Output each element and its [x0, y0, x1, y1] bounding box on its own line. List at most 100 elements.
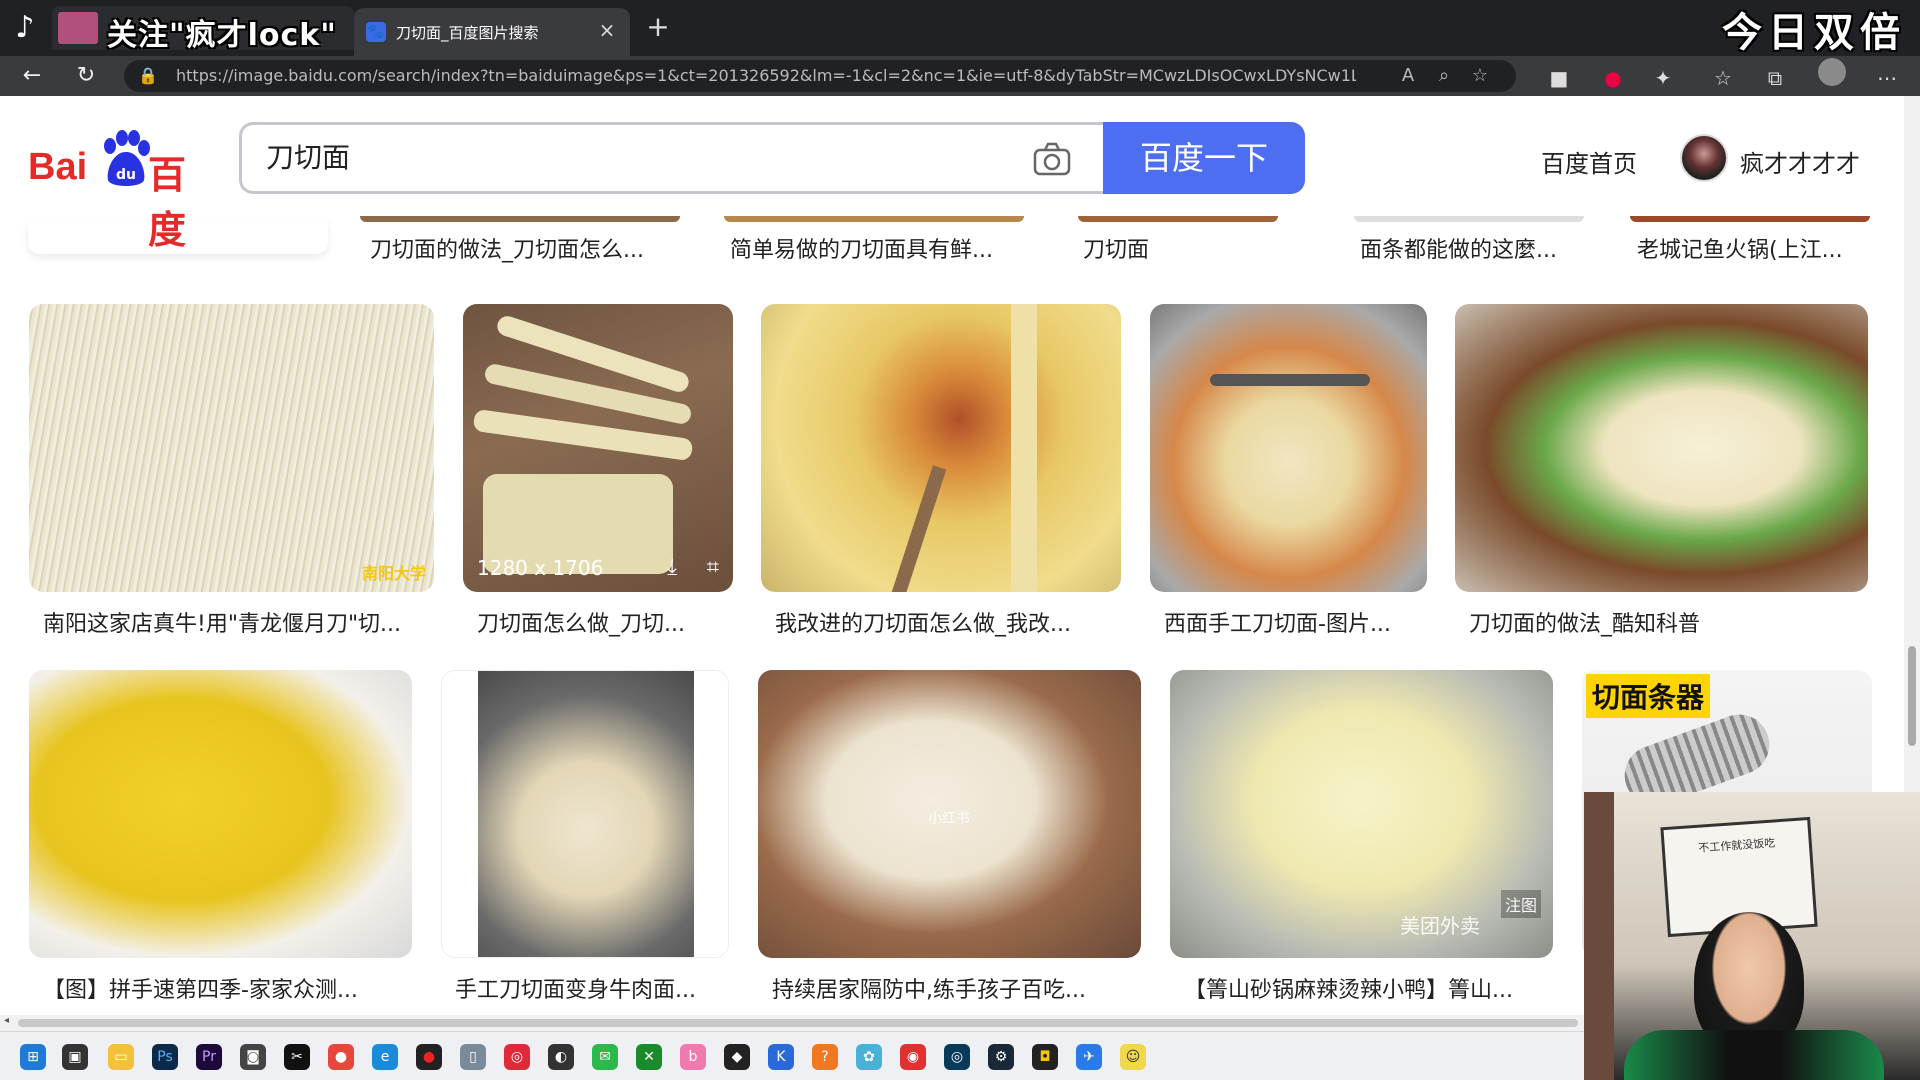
watermark-stamp: 美团外卖 — [1400, 914, 1480, 938]
close-tab-icon[interactable]: × — [596, 18, 618, 42]
refresh-icon[interactable]: ↻ — [70, 60, 102, 92]
sidebar-card-remnant — [28, 220, 328, 254]
product-badge: 切面条器 — [1586, 674, 1711, 718]
address-bar[interactable]: 🔒 https://image.baidu.com/search/index?t… — [124, 60, 1516, 92]
result-thumbnail[interactable] — [1455, 304, 1868, 592]
collections-icon[interactable]: ⧉ — [1760, 66, 1790, 90]
noodle-strand — [1011, 304, 1037, 592]
result-caption[interactable]: 刀切面的做法_刀切面怎么... — [370, 232, 644, 264]
read-aloud-icon[interactable]: A — [1394, 65, 1422, 86]
result-thumbnail[interactable]: 小红书 — [758, 670, 1141, 958]
chrome-icon[interactable]: ● — [328, 1044, 354, 1070]
result-caption[interactable]: 持续居家隔防中,练手孩子百吃... — [772, 972, 1086, 1004]
prev-thumb-edge — [1630, 216, 1870, 222]
stream-corner-title: 今日双倍 — [1722, 10, 1906, 56]
user-name[interactable]: 疯才才才才 — [1740, 144, 1860, 179]
result-thumbnail[interactable]: 美团外卖 注图 — [1170, 670, 1553, 958]
download-icon[interactable]: ⤓ — [667, 555, 677, 580]
result-caption[interactable]: 刀切面 — [1083, 232, 1149, 264]
search-box[interactable] — [239, 122, 1103, 194]
edge-icon[interactable]: e — [372, 1044, 398, 1070]
prev-thumb-edge — [1078, 216, 1278, 222]
result-thumbnail[interactable] — [29, 670, 412, 958]
app-icon[interactable]: ? — [812, 1044, 838, 1070]
chopstick — [889, 465, 947, 592]
active-tab-title: 刀切面_百度图片搜索 — [396, 24, 539, 42]
result-caption[interactable]: 面条都能做的这麼... — [1360, 232, 1557, 264]
steam-icon[interactable]: ⚙ — [988, 1044, 1014, 1070]
result-thumbnail[interactable]: 南阳大学 — [29, 304, 434, 592]
kugou-icon[interactable]: K — [768, 1044, 794, 1070]
user-avatar[interactable] — [1680, 134, 1728, 182]
app-icon[interactable]: ◐ — [548, 1044, 574, 1070]
app-icon[interactable]: ◉ — [900, 1044, 926, 1070]
more-menu-icon[interactable]: ⋯ — [1872, 66, 1902, 90]
app-icon[interactable]: ☺ — [1120, 1044, 1146, 1070]
app-icon[interactable]: ◆ — [724, 1044, 750, 1070]
app-icon[interactable]: ◎ — [944, 1044, 970, 1070]
result-thumbnail[interactable] — [761, 304, 1121, 592]
result-caption[interactable]: 手工刀切面变身牛肉面... — [455, 972, 696, 1004]
bilibili-icon[interactable]: b — [680, 1044, 706, 1070]
chopstick — [1210, 374, 1370, 386]
extensions-puzzle-icon[interactable]: ✦ — [1648, 66, 1678, 90]
result-thumbnail[interactable]: 1280 x 1706 ⤓ ⌗ — [463, 304, 733, 592]
result-caption[interactable]: 我改进的刀切面怎么做_我改... — [775, 606, 1071, 638]
result-caption[interactable]: 老城记鱼火锅(上江... — [1637, 232, 1843, 264]
obs-record-icon[interactable]: ● — [416, 1044, 442, 1070]
task-view-icon[interactable]: ▣ — [62, 1044, 88, 1070]
paw-icon: 🐾 — [366, 22, 386, 42]
result-caption[interactable]: 南阳这家店真牛!用"青龙偃月刀"切... — [43, 606, 401, 638]
xbox-icon[interactable]: ✕ — [636, 1044, 662, 1070]
photoshop-icon[interactable]: Ps — [152, 1044, 178, 1070]
image-search-icon[interactable]: ⌗ — [707, 555, 719, 580]
capcut-icon[interactable]: ✂ — [284, 1044, 310, 1070]
tab-strip: ♪ 关注"疯才lock" 🐾 刀切面_百度图片搜索 × + 今日双倍 — [0, 0, 1920, 56]
lock-icon[interactable]: 🔒 — [138, 64, 158, 88]
new-tab-button[interactable]: + — [642, 10, 674, 43]
prev-thumb-edge — [1354, 216, 1584, 222]
app-icon[interactable]: ◙ — [240, 1044, 266, 1070]
scrollbar-thumb[interactable] — [1908, 646, 1916, 746]
watermark-stamp: 小红书 — [928, 811, 970, 827]
windows-start-icon[interactable]: ⊞ — [20, 1044, 46, 1070]
search-input[interactable] — [266, 139, 1026, 172]
favorite-star-icon[interactable]: ☆ — [1466, 65, 1494, 86]
result-caption[interactable]: 西面手工刀切面-图片... — [1164, 606, 1391, 638]
active-tab[interactable]: 🐾 刀切面_百度图片搜索 × — [354, 8, 630, 56]
url-text[interactable]: https://image.baidu.com/search/index?tn=… — [176, 66, 1356, 85]
app-icon[interactable]: ✿ — [856, 1044, 882, 1070]
extension-blue-icon[interactable]: ■ — [1544, 66, 1574, 90]
scroll-left-arrow-icon[interactable]: ◂ — [4, 1015, 9, 1026]
result-caption[interactable]: 简单易做的刀切面具有鲜... — [730, 232, 993, 264]
camera-icon[interactable] — [1032, 141, 1072, 177]
result-caption[interactable]: 【图】拼手速第四季-家家众测... — [43, 972, 358, 1004]
file-explorer-icon[interactable]: ▭ — [108, 1044, 134, 1070]
result-caption[interactable]: 【箐山砂锅麻辣烫辣小鸭】箐山... — [1184, 972, 1513, 1004]
svg-text:du: du — [116, 167, 136, 183]
app-icon[interactable]: ▯ — [460, 1044, 486, 1070]
tiktok-logo-icon: ♪ — [15, 10, 35, 45]
app-icon[interactable]: ◘ — [1032, 1044, 1058, 1070]
premiere-icon[interactable]: Pr — [196, 1044, 222, 1070]
webcam-shelf — [1584, 792, 1614, 1080]
zoom-icon[interactable]: ⌕ — [1430, 65, 1458, 86]
background-tab[interactable]: 关注"疯才lock" — [52, 6, 354, 50]
horizontal-scrollbar-thumb[interactable] — [18, 1019, 1578, 1027]
profile-avatar-icon[interactable] — [1818, 58, 1846, 86]
search-button[interactable]: 百度一下 — [1103, 122, 1305, 194]
result-thumbnail[interactable] — [441, 670, 729, 958]
baidu-logo[interactable]: Bai du 百度 — [28, 130, 218, 252]
app-icon[interactable]: ✈ — [1076, 1044, 1102, 1070]
netease-music-icon[interactable]: ◎ — [504, 1044, 530, 1070]
navigation-bar: ← ↻ 🔒 https://image.baidu.com/search/ind… — [0, 56, 1920, 96]
result-caption[interactable]: 刀切面怎么做_刀切... — [477, 606, 685, 638]
extension-red-icon[interactable]: ● — [1598, 66, 1628, 90]
result-caption[interactable]: 刀切面的做法_酷知科普 — [1469, 606, 1700, 638]
favorites-icon[interactable]: ☆ — [1708, 66, 1738, 90]
result-thumbnail[interactable] — [1150, 304, 1427, 592]
back-arrow-icon[interactable]: ← — [16, 60, 48, 92]
baidu-home-link[interactable]: 百度首页 — [1541, 144, 1637, 179]
image-dimensions: 1280 x 1706 — [477, 556, 604, 580]
wechat-icon[interactable]: ✉ — [592, 1044, 618, 1070]
